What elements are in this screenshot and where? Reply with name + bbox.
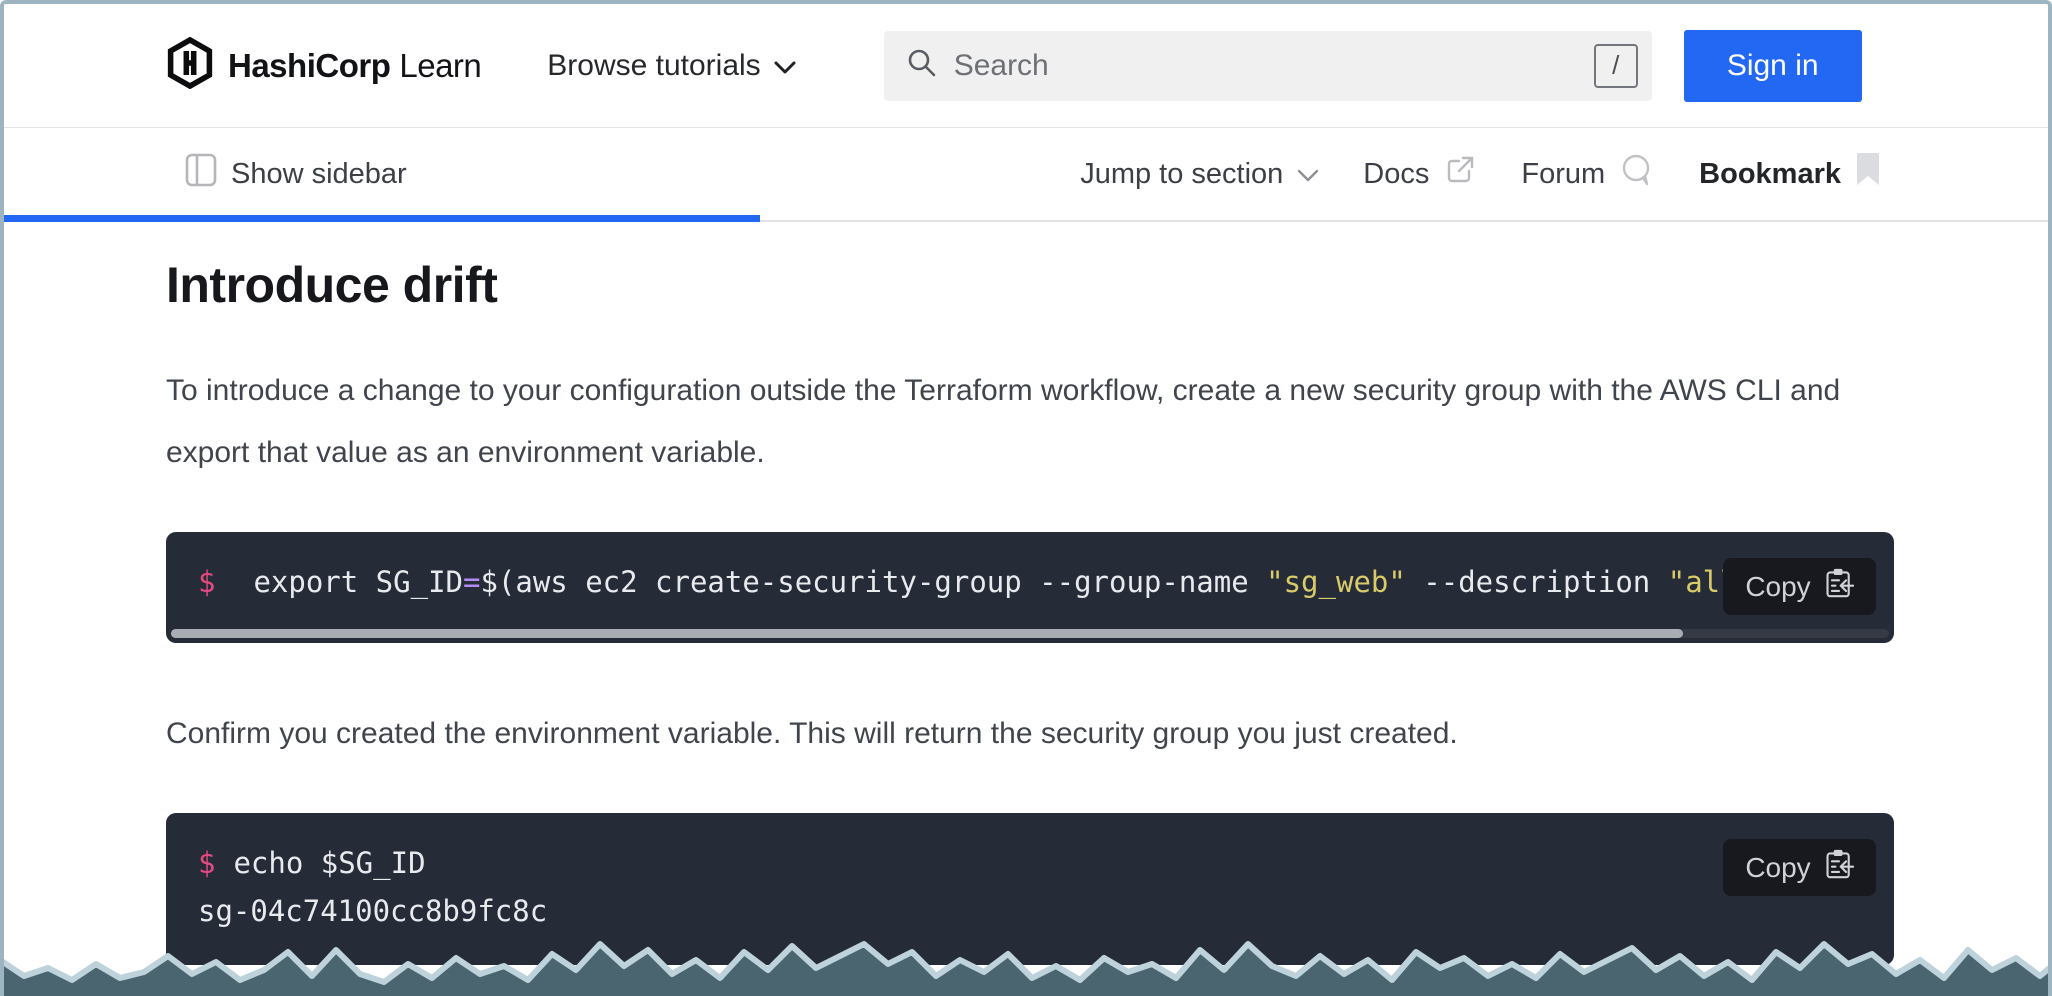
clipboard-copy-icon: [1824, 848, 1854, 887]
code-line: $ echo $SG_ID: [198, 839, 1894, 887]
code-text: echo $SG_ID: [233, 846, 425, 880]
chevron-down-icon: [774, 49, 796, 83]
copy-label: Copy: [1745, 852, 1810, 884]
page-frame: HashiCorpLearn Browse tutorials / Sign i…: [0, 0, 2052, 996]
show-sidebar-label: Show sidebar: [231, 158, 407, 191]
tutorial-content: Introduce drift To introduce a change to…: [4, 256, 2048, 965]
docs-label: Docs: [1363, 158, 1429, 191]
browse-tutorials-label: Browse tutorials: [547, 49, 760, 83]
forum-link[interactable]: Forum: [1521, 152, 1655, 196]
search-input[interactable]: [954, 49, 1594, 83]
bookmark-icon: [1855, 153, 1881, 195]
brand-wordmark: HashiCorpLearn: [228, 47, 481, 85]
forum-chat-icon: [1619, 152, 1655, 196]
chevron-down-icon: [1297, 158, 1319, 191]
sign-in-button[interactable]: Sign in: [1684, 30, 1862, 102]
search-icon: [906, 47, 938, 84]
bookmark-label: Bookmark: [1699, 158, 1841, 191]
code-string: "sg_web": [1266, 565, 1406, 599]
paragraph: Confirm you created the environment vari…: [166, 703, 1886, 765]
page-title: Introduce drift: [166, 256, 1886, 314]
clipboard-copy-icon: [1824, 567, 1854, 606]
code-operator: =: [463, 565, 480, 599]
sidebar-icon: [185, 153, 217, 195]
code-text: $(aws ec2 create-security-group --group-…: [480, 565, 1266, 599]
slash-shortcut-key: /: [1594, 44, 1638, 88]
show-sidebar-button[interactable]: Show sidebar: [185, 153, 407, 195]
code-output-line: sg-04c74100cc8b9fc8c: [198, 887, 1894, 935]
scrollbar-thumb[interactable]: [171, 629, 1683, 638]
browse-tutorials-menu[interactable]: Browse tutorials: [547, 49, 795, 83]
external-link-icon: [1443, 153, 1477, 195]
copy-button[interactable]: Copy: [1723, 839, 1876, 896]
code-line: $ export SG_ID=$(aws ec2 create-security-…: [198, 565, 1894, 599]
paragraph: To introduce a change to your configurat…: [166, 360, 1886, 484]
code-text: --output text): [1877, 565, 1894, 599]
shell-prompt: $: [198, 846, 215, 880]
code-text: export SG_ID: [253, 565, 463, 599]
code-text: --description: [1406, 565, 1668, 599]
tutorial-toolbar: Show sidebar Jump to section Docs Forum: [4, 128, 2048, 222]
jump-to-section-dropdown[interactable]: Jump to section: [1080, 158, 1319, 191]
bookmark-button[interactable]: Bookmark: [1699, 153, 1881, 195]
hashicorp-logo-icon: [166, 37, 214, 94]
hashicorp-learn-logo[interactable]: HashiCorpLearn: [166, 37, 481, 94]
jump-to-section-label: Jump to section: [1080, 158, 1283, 191]
copy-button[interactable]: Copy: [1723, 558, 1876, 615]
search-bar[interactable]: /: [884, 31, 1652, 101]
code-block-export-sg: $ export SG_ID=$(aws ec2 create-security-…: [166, 532, 1894, 643]
shell-prompt: $: [198, 565, 215, 599]
reading-progress-bar: [4, 215, 760, 222]
copy-label: Copy: [1745, 571, 1810, 603]
docs-link[interactable]: Docs: [1363, 153, 1477, 195]
code-block-echo-sg: $ echo $SG_ID sg-04c74100cc8b9fc8c Copy: [166, 813, 1894, 965]
horizontal-scrollbar[interactable]: [171, 629, 1889, 638]
top-header: HashiCorpLearn Browse tutorials / Sign i…: [4, 4, 2048, 127]
forum-label: Forum: [1521, 158, 1605, 191]
